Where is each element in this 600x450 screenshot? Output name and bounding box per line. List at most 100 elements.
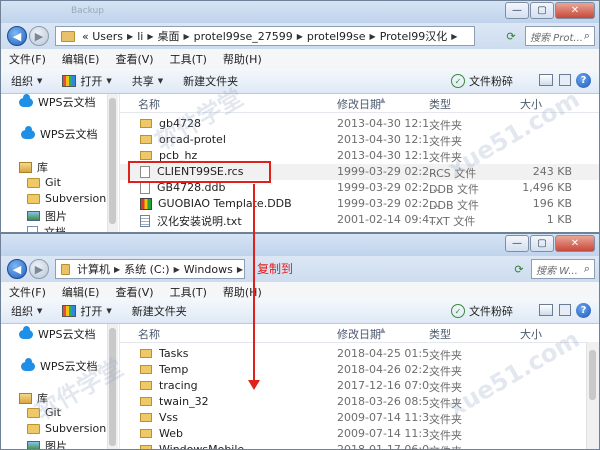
title-bar[interactable]: — ▢ ✕ xyxy=(1,234,599,256)
breadcrumb-item[interactable]: protel99se_27599 xyxy=(191,30,296,43)
command-bar: 组织 ▼ 打开 ▼ 共享 ▼ 新建文件夹 ✓ 文件粉碎 ? xyxy=(1,69,599,94)
file-row[interactable]: 汉化安装说明.txt 2001-02-14 09:4... TXT 文件 1 KB xyxy=(120,212,599,228)
file-row[interactable]: GUOBIAO Template.DDB 1999-03-29 02:2... DD… xyxy=(120,196,599,212)
address-bar[interactable]: « Users ▶ li ▶ 桌面 ▶ protel99se_27599 ▶ protel99s… xyxy=(55,26,475,46)
help-icon[interactable]: ? xyxy=(576,73,591,88)
folder-icon xyxy=(140,445,152,449)
column-type[interactable]: 类型 xyxy=(429,96,451,112)
nav-item-pictures[interactable]: 图片 xyxy=(27,208,67,224)
menu-edit[interactable]: 编辑(E) xyxy=(54,51,108,67)
organize-button[interactable]: 组织 ▼ xyxy=(1,73,52,89)
minimize-button[interactable]: — xyxy=(505,235,529,252)
folder-icon xyxy=(27,423,40,434)
breadcrumb-item[interactable]: Protel99汉化 xyxy=(377,28,451,44)
menu-help[interactable]: 帮助(H) xyxy=(215,51,270,67)
file-row[interactable]: Web 2009-07-14 11:3... 文件夹 xyxy=(120,426,599,442)
menu-edit[interactable]: 编辑(E) xyxy=(54,284,108,300)
new-folder-button[interactable]: 新建文件夹 xyxy=(122,303,197,319)
organize-button[interactable]: 组织 ▼ xyxy=(1,303,52,319)
menu-view[interactable]: 查看(V) xyxy=(107,51,161,67)
view-options-icon[interactable] xyxy=(539,304,553,316)
open-button[interactable]: 打开 ▼ xyxy=(52,303,121,319)
pictures-icon xyxy=(27,441,40,449)
nav-label: WPS云文档 xyxy=(38,96,96,109)
menu-tools[interactable]: 工具(T) xyxy=(162,284,215,300)
breadcrumb: 计算机 ▶ 系统 (C:) ▶ Windows ▶ xyxy=(74,261,244,277)
file-type: DDB 文件 xyxy=(429,199,479,212)
menu-file[interactable]: 文件(F) xyxy=(1,284,54,300)
shred-button[interactable]: ✓ 文件粉碎 xyxy=(451,303,513,319)
maximize-button[interactable]: ▢ xyxy=(530,2,554,19)
column-size[interactable]: 大小 xyxy=(520,326,542,342)
nav-item-subversion[interactable]: Subversion xyxy=(27,422,106,435)
new-folder-button[interactable]: 新建文件夹 xyxy=(173,73,248,89)
nav-item-wps[interactable]: WPS云文档 xyxy=(19,94,96,110)
forward-button[interactable]: ▶ xyxy=(29,259,49,279)
breadcrumb-separator-icon[interactable]: ▶ xyxy=(369,32,377,41)
nav-item-libraries[interactable]: 库 xyxy=(19,159,48,175)
file-row[interactable]: Vss 2009-07-14 11:3... 文件夹 xyxy=(120,410,599,426)
share-button[interactable]: 共享 ▼ xyxy=(122,73,173,89)
list-scrollbar[interactable] xyxy=(586,342,599,449)
column-name[interactable]: 名称 xyxy=(138,326,160,342)
nav-label: Subversion xyxy=(45,422,107,435)
close-button[interactable]: ✕ xyxy=(555,2,595,19)
nav-item-git[interactable]: Git xyxy=(27,176,61,189)
breadcrumb-item[interactable]: li xyxy=(134,30,146,43)
back-button[interactable]: ◀ xyxy=(7,259,27,279)
refresh-icon[interactable]: ⟳ xyxy=(509,259,529,279)
breadcrumb-separator-icon[interactable]: ▶ xyxy=(126,32,134,41)
open-button[interactable]: 打开 ▼ xyxy=(52,73,121,89)
title-bar[interactable]: Backup — ▢ ✕ xyxy=(1,1,599,23)
nav-scrollbar[interactable] xyxy=(107,94,118,232)
breadcrumb-item[interactable]: 系统 (C:) xyxy=(121,261,172,277)
copy-to-label: 复制到 xyxy=(257,262,294,276)
breadcrumb-item[interactable]: « Users xyxy=(79,30,126,43)
address-bar[interactable]: 计算机 ▶ 系统 (C:) ▶ Windows ▶ xyxy=(55,259,245,279)
maximize-button[interactable]: ▢ xyxy=(530,235,554,252)
forward-button[interactable]: ▶ xyxy=(29,26,49,46)
file-type: 文件夹 xyxy=(429,119,462,132)
menu-help[interactable]: 帮助(H) xyxy=(215,284,270,300)
menu-file[interactable]: 文件(F) xyxy=(1,51,54,67)
nav-item-pictures[interactable]: 图片 xyxy=(27,438,67,449)
breadcrumb-separator-icon[interactable]: ▶ xyxy=(146,32,154,41)
menu-tools[interactable]: 工具(T) xyxy=(162,51,215,67)
breadcrumb-item[interactable]: protel99se xyxy=(304,30,369,43)
file-row[interactable]: twain_32 2018-03-26 08:5... 文件夹 xyxy=(120,394,599,410)
nav-item-wps[interactable]: WPS云文档 xyxy=(21,125,98,142)
preview-pane-icon[interactable] xyxy=(559,304,571,316)
minimize-button[interactable]: — xyxy=(505,2,529,19)
menu-view[interactable]: 查看(V) xyxy=(107,284,161,300)
scroll-thumb[interactable] xyxy=(109,98,116,224)
search-input[interactable]: 搜索 Prot... ⌕ xyxy=(525,26,595,46)
file-row[interactable]: WindowsMobile 2018-01-17 06:0...文件夹 xyxy=(120,442,599,449)
file-name-text: Tasks xyxy=(159,347,189,360)
close-button[interactable]: ✕ xyxy=(555,235,595,252)
nav-item-subversion[interactable]: Subversion xyxy=(27,192,106,205)
nav-item-wps[interactable]: WPS云文档 xyxy=(19,325,96,342)
breadcrumb-separator-icon[interactable]: ▶ xyxy=(182,32,190,41)
breadcrumb-separator-icon[interactable]: ▶ xyxy=(173,265,181,274)
breadcrumb-separator-icon[interactable]: ▶ xyxy=(450,32,458,41)
refresh-icon[interactable]: ⟳ xyxy=(501,26,521,46)
breadcrumb-item[interactable]: Windows xyxy=(181,263,236,276)
column-name[interactable]: 名称 xyxy=(138,96,160,112)
nav-item-documents[interactable]: 文档 xyxy=(27,224,66,232)
breadcrumb-separator-icon[interactable]: ▶ xyxy=(236,265,244,274)
help-icon[interactable]: ? xyxy=(576,303,591,318)
column-date[interactable]: 修改日期 xyxy=(337,326,381,342)
column-date[interactable]: 修改日期 xyxy=(337,96,381,112)
breadcrumb-item[interactable]: 桌面 xyxy=(154,28,182,44)
cloud-icon xyxy=(19,325,33,339)
breadcrumb-separator-icon[interactable]: ▶ xyxy=(113,265,121,274)
shred-button[interactable]: ✓ 文件粉碎 xyxy=(451,73,513,89)
scroll-thumb[interactable] xyxy=(589,350,596,400)
search-input[interactable]: 搜索 W... ⌕ xyxy=(531,259,595,279)
view-options-icon[interactable] xyxy=(539,74,553,86)
breadcrumb-separator-icon[interactable]: ▶ xyxy=(296,32,304,41)
column-type[interactable]: 类型 xyxy=(429,326,451,342)
back-button[interactable]: ◀ xyxy=(7,26,27,46)
breadcrumb-item[interactable]: 计算机 xyxy=(74,261,113,277)
file-date: 1999-03-29 02:2... xyxy=(337,197,440,210)
